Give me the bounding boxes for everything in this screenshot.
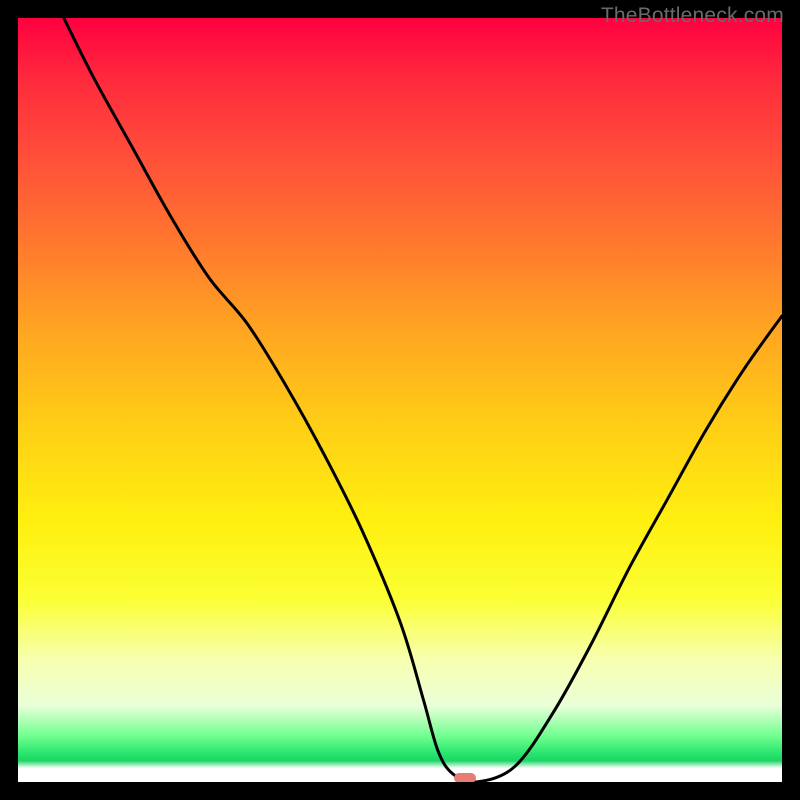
plot-area [18, 18, 782, 782]
chart-frame: TheBottleneck.com [0, 0, 800, 800]
optimal-marker [454, 773, 476, 782]
curve-svg [18, 18, 782, 782]
watermark: TheBottleneck.com [601, 4, 784, 28]
bottleneck-curve [64, 18, 782, 782]
